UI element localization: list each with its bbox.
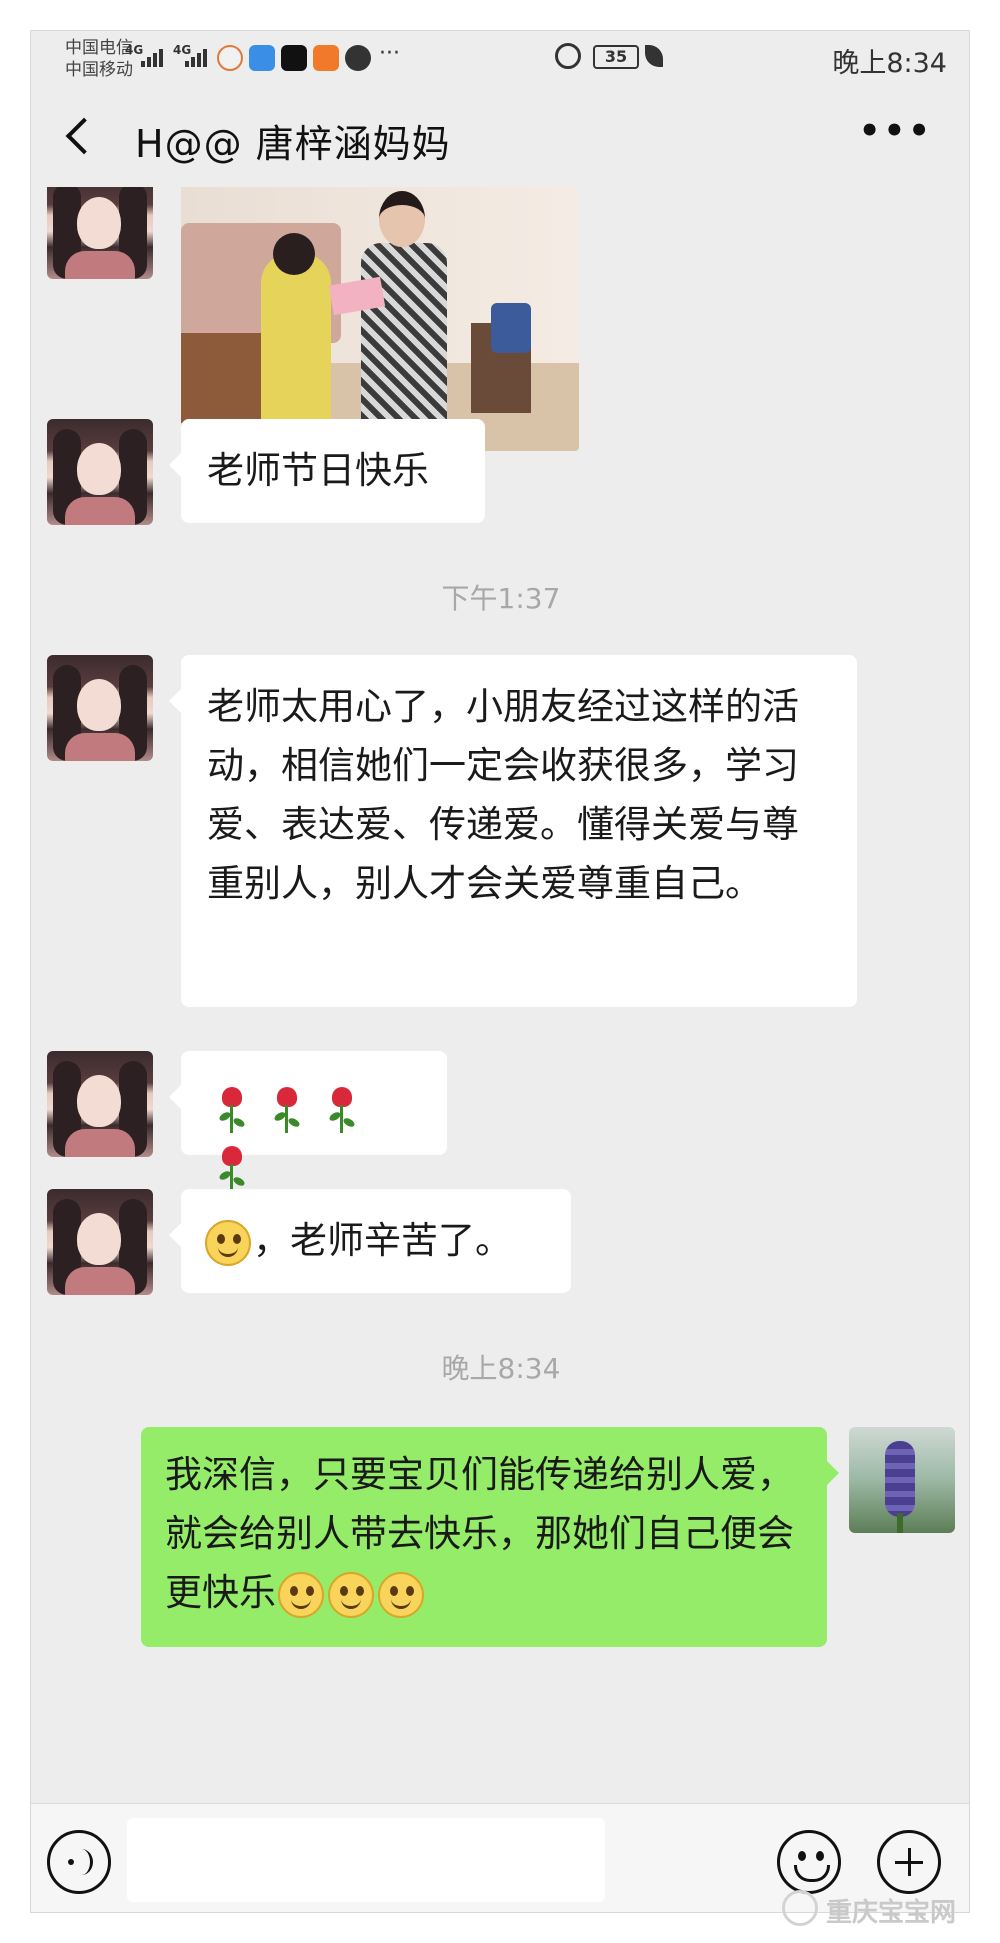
more-horizontal-icon[interactable]: ••• [859, 111, 933, 151]
phone-screen: 中国电信 中国移动 4G 4G ··· 35 晚上8:34 H@@ 唐梓涵妈妈 … [30, 30, 970, 1913]
rose-emoji [215, 1144, 249, 1194]
alarm-icon [555, 43, 581, 69]
plus-icon[interactable] [877, 1830, 941, 1894]
signal-icon-2 [185, 45, 207, 67]
video-app-icon [313, 45, 339, 71]
image-message[interactable] [181, 187, 579, 451]
message-bubble-self[interactable]: 我深信，只要宝贝们能传递给别人爱，就会给别人带去快乐，那她们自己便会更快乐 [141, 1427, 839, 1647]
eco-mode-icon [645, 45, 663, 67]
status-time: 晚上8:34 [832, 48, 947, 79]
voice-icon[interactable] [47, 1830, 111, 1894]
smile-emoji [378, 1571, 424, 1618]
carrier-labels: 中国电信 中国移动 [65, 37, 133, 81]
app-notification-icon [217, 45, 243, 71]
chevron-left-icon[interactable] [65, 117, 103, 155]
watermark-text: 重庆宝宝网 [826, 1898, 957, 1928]
avatar-contact[interactable] [47, 655, 153, 761]
avatar-self[interactable] [849, 1427, 955, 1533]
watermark-logo-icon [782, 1890, 818, 1926]
watermark: 重庆宝宝网 [782, 1890, 957, 1929]
carrier-2: 中国移动 [65, 60, 133, 80]
chat-header: H@@ 唐梓涵妈妈 ••• [31, 89, 969, 187]
message-bubble[interactable]: ，老师辛苦了。 [169, 1189, 571, 1293]
message-input[interactable] [127, 1818, 605, 1902]
avatar-contact[interactable] [47, 187, 153, 279]
avatar-contact[interactable] [47, 1051, 153, 1157]
message-text: 老师太用心了，小朋友经过这样的活动，相信她们一定会收获很多，学习爱、表达爱、传递… [207, 685, 799, 905]
avatar-contact[interactable] [47, 1189, 153, 1295]
message-text: 我深信，只要宝贝们能传递给别人爱，就会给别人带去快乐，那她们自己便会更快乐 [165, 1453, 794, 1614]
smile-emoji [205, 1219, 251, 1266]
more-notifications-icon: ··· [379, 41, 400, 66]
timestamp: 晚上8:34 [441, 1352, 561, 1385]
avatar-contact[interactable] [47, 419, 153, 525]
message-bubble[interactable]: 老师太用心了，小朋友经过这样的活动，相信她们一定会收获很多，学习爱、表达爱、传递… [169, 655, 857, 1007]
rose-emoji [270, 1085, 304, 1135]
signal-icon [141, 45, 163, 67]
health-icon [345, 45, 371, 71]
emoji-icon[interactable] [777, 1830, 841, 1894]
chat-area[interactable]: 老师节日快乐 下午1:37 老师太用心了，小朋友经过这样的活动，相信她们一定会收… [31, 187, 969, 1803]
timestamp: 下午1:37 [441, 582, 561, 615]
emoji-message[interactable] [169, 1051, 447, 1192]
message-text: 老师节日快乐 [207, 449, 429, 492]
smile-emoji [328, 1571, 374, 1618]
tiktok-icon [281, 45, 307, 71]
message-text: ，老师辛苦了。 [253, 1219, 512, 1262]
status-bar: 中国电信 中国移动 4G 4G ··· 35 晚上8:34 [31, 31, 969, 89]
carrier-1: 中国电信 [65, 38, 133, 58]
message-bubble[interactable]: 老师节日快乐 [169, 419, 485, 523]
chat-title: H@@ 唐梓涵妈妈 [135, 122, 451, 166]
battery-icon: 35 [593, 45, 639, 69]
rose-emoji [215, 1085, 249, 1135]
rose-emoji [325, 1085, 359, 1135]
smile-emoji [278, 1571, 324, 1618]
wallet-icon [249, 45, 275, 71]
